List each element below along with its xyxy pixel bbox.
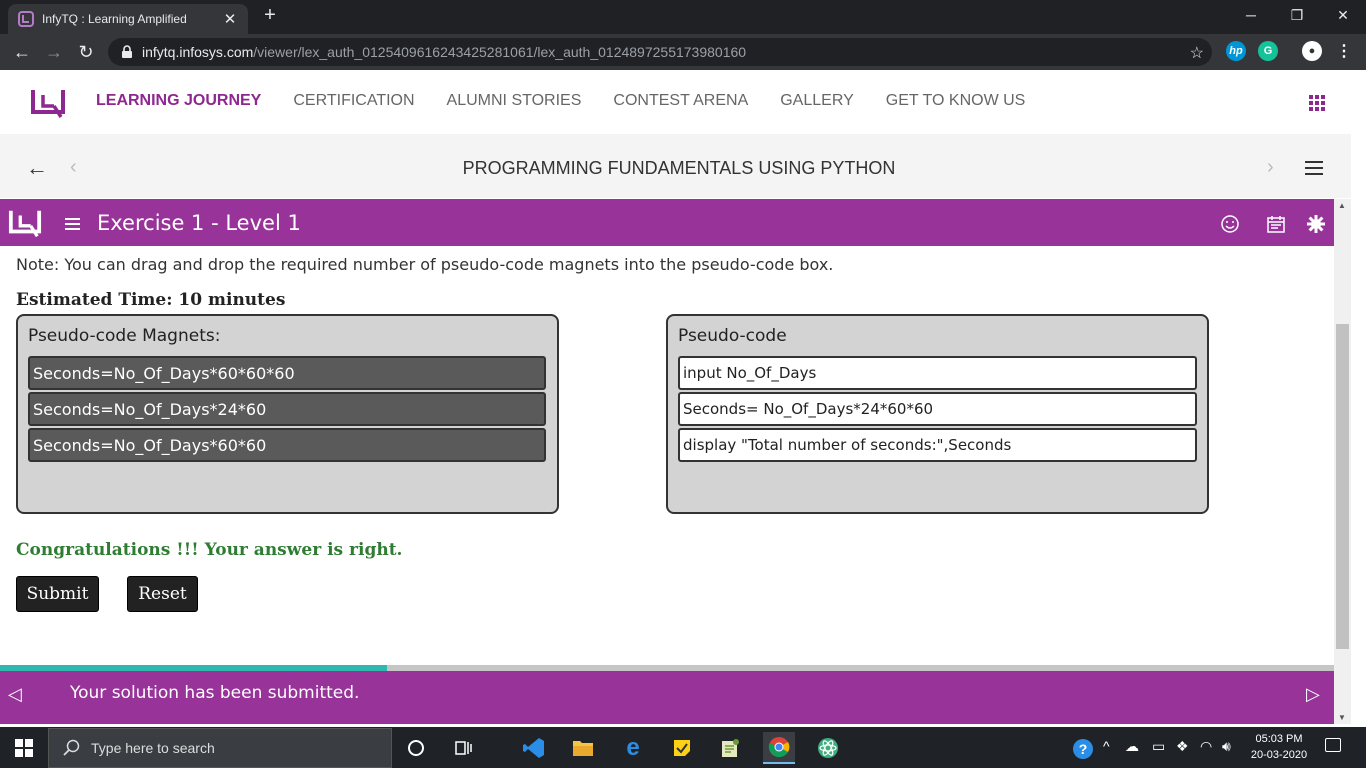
bookmark-star-icon[interactable]: ☆ [1190, 43, 1204, 63]
result-message: Congratulations !!! Your answer is right… [16, 540, 403, 560]
grammarly-extension-icon[interactable]: G [1258, 41, 1278, 61]
help-tray-icon[interactable]: ? [1072, 738, 1094, 763]
url-host: infytq.infosys.com [142, 44, 254, 60]
atom-icon[interactable] [812, 732, 844, 764]
lock-icon [122, 45, 132, 58]
visual-studio-code-icon[interactable] [518, 732, 550, 764]
tab-title: InfyTQ : Learning Amplified [42, 12, 187, 26]
page-scrollbar[interactable]: ▲ ▼ [1334, 199, 1351, 724]
pseudocode-line[interactable]: input No_Of_Days [678, 356, 1197, 390]
battery-icon[interactable]: ▭ [1152, 738, 1165, 755]
pseudocode-magnets-box[interactable]: Pseudo-code Magnets: Seconds=No_Of_Days*… [16, 314, 559, 514]
nav-contest-arena[interactable]: CONTEST ARENA [613, 92, 748, 110]
reset-button[interactable]: Reset [127, 576, 198, 612]
exercise-menu-icon[interactable] [65, 218, 80, 233]
forward-icon[interactable]: → [38, 36, 70, 68]
magnet-item[interactable]: Seconds=No_Of_Days*60*60*60 [28, 356, 546, 390]
footer-next-icon[interactable]: ▷ [1306, 684, 1320, 705]
close-window-button[interactable]: ✕ [1320, 0, 1366, 30]
magnet-item[interactable]: Seconds=No_Of_Days*24*60 [28, 392, 546, 426]
search-icon [63, 739, 80, 756]
submit-button[interactable]: Submit [16, 576, 99, 612]
edge-icon[interactable]: e [617, 732, 649, 764]
taskbar-search-box[interactable]: Type here to search [48, 728, 392, 768]
estimated-time: Estimated Time: 10 minutes [16, 290, 286, 310]
url-path: /viewer/lex_auth_012540961624342528106​1… [253, 44, 747, 60]
infytq-logo [31, 90, 65, 118]
nav-certification[interactable]: CERTIFICATION [293, 92, 414, 110]
exercise-title: Exercise 1 - Level 1 [97, 211, 301, 235]
address-bar[interactable]: infytq.infosys.com/viewer/lex_auth_01254… [108, 38, 1212, 66]
notepad-plus-plus-icon[interactable] [714, 732, 746, 764]
back-icon[interactable]: ← [6, 36, 38, 68]
scroll-down-icon[interactable]: ▼ [1338, 713, 1346, 722]
dropbox-icon[interactable]: ❖ [1176, 738, 1189, 755]
calendar-icon[interactable] [1266, 214, 1286, 234]
infytq-logo-white [8, 210, 42, 238]
pseudocode-box-title: Pseudo-code [678, 326, 787, 346]
window-controls: ─ ❐ ✕ [1228, 0, 1366, 34]
onedrive-icon[interactable]: ☁ [1125, 738, 1139, 755]
profile-avatar[interactable]: ● [1302, 41, 1322, 61]
tab-close-icon[interactable]: ✕ [222, 10, 238, 28]
infytq-favicon-icon [18, 11, 34, 27]
restore-button[interactable]: ❐ [1274, 0, 1320, 30]
course-menu-icon[interactable] [1305, 161, 1323, 179]
wifi-icon[interactable]: ◠ [1200, 738, 1212, 755]
magnets-box-title: Pseudo-code Magnets: [28, 326, 221, 346]
clock-time: 05:03 PM [1255, 733, 1303, 745]
browser-menu-icon[interactable]: ⋮ [1334, 41, 1354, 61]
taskbar-clock[interactable]: 05:03 PM 20-03-2020 [1243, 731, 1315, 763]
svg-text:?: ? [1079, 741, 1088, 757]
windows-start-icon[interactable] [15, 739, 33, 757]
cortana-icon[interactable] [400, 732, 432, 764]
show-hidden-icons-chevron-icon[interactable]: ^ [1103, 738, 1110, 754]
file-explorer-icon[interactable] [567, 732, 599, 764]
pseudocode-answer-box[interactable]: Pseudo-code input No_Of_Days Seconds= No… [666, 314, 1209, 514]
apps-grid-icon[interactable] [1309, 95, 1325, 111]
minimize-button[interactable]: ─ [1228, 0, 1274, 30]
sticky-notes-icon[interactable] [666, 732, 698, 764]
browser-tab[interactable]: InfyTQ : Learning Amplified ✕ [8, 4, 248, 34]
magnet-item[interactable]: Seconds=No_Of_Days*60*60 [28, 428, 546, 462]
footer-previous-icon[interactable]: ◁ [8, 684, 22, 705]
next-chevron-icon[interactable]: › [1267, 156, 1274, 179]
scroll-up-icon[interactable]: ▲ [1338, 201, 1346, 210]
scroll-thumb[interactable] [1336, 324, 1349, 649]
right-gutter [1351, 134, 1366, 724]
notifications-icon[interactable] [1325, 738, 1341, 752]
nav-get-to-know-us[interactable]: GET TO KNOW US [886, 92, 1026, 110]
site-nav: LEARNING JOURNEY CERTIFICATION ALUMNI ST… [96, 92, 1057, 110]
browser-toolbar: ← → ↻ infytq.infosys.com/viewer/lex_auth… [0, 34, 1366, 70]
clock-date: 20-03-2020 [1250, 749, 1308, 761]
pseudocode-line[interactable]: Seconds= No_Of_Days*24*60*60 [678, 392, 1197, 426]
nav-learning-journey[interactable]: LEARNING JOURNEY [96, 92, 261, 110]
exercise-note: Note: You can drag and drop the required… [16, 255, 834, 274]
submission-message: Your solution has been submitted. [70, 683, 360, 703]
course-title: PROGRAMMING FUNDAMENTALS USING PYTHON [462, 158, 896, 178]
nav-alumni-stories[interactable]: ALUMNI STORIES [447, 92, 582, 110]
taskbar-search-placeholder: Type here to search [91, 740, 215, 756]
volume-icon[interactable]: 🔊︎ [1222, 738, 1231, 755]
pseudocode-line[interactable]: display "Total number of seconds:",Secon… [678, 428, 1197, 462]
chrome-icon[interactable] [763, 732, 795, 764]
task-view-icon[interactable] [448, 732, 480, 764]
reload-icon[interactable]: ↻ [70, 36, 102, 68]
smiley-icon[interactable] [1220, 214, 1240, 234]
browser-tab-strip: InfyTQ : Learning Amplified ✕ + ─ ❐ ✕ [0, 0, 1366, 34]
new-tab-button[interactable]: + [258, 4, 282, 27]
hp-extension-icon[interactable]: hp [1226, 41, 1246, 61]
settings-gear-icon[interactable] [1306, 214, 1326, 234]
nav-gallery[interactable]: GALLERY [780, 92, 854, 110]
